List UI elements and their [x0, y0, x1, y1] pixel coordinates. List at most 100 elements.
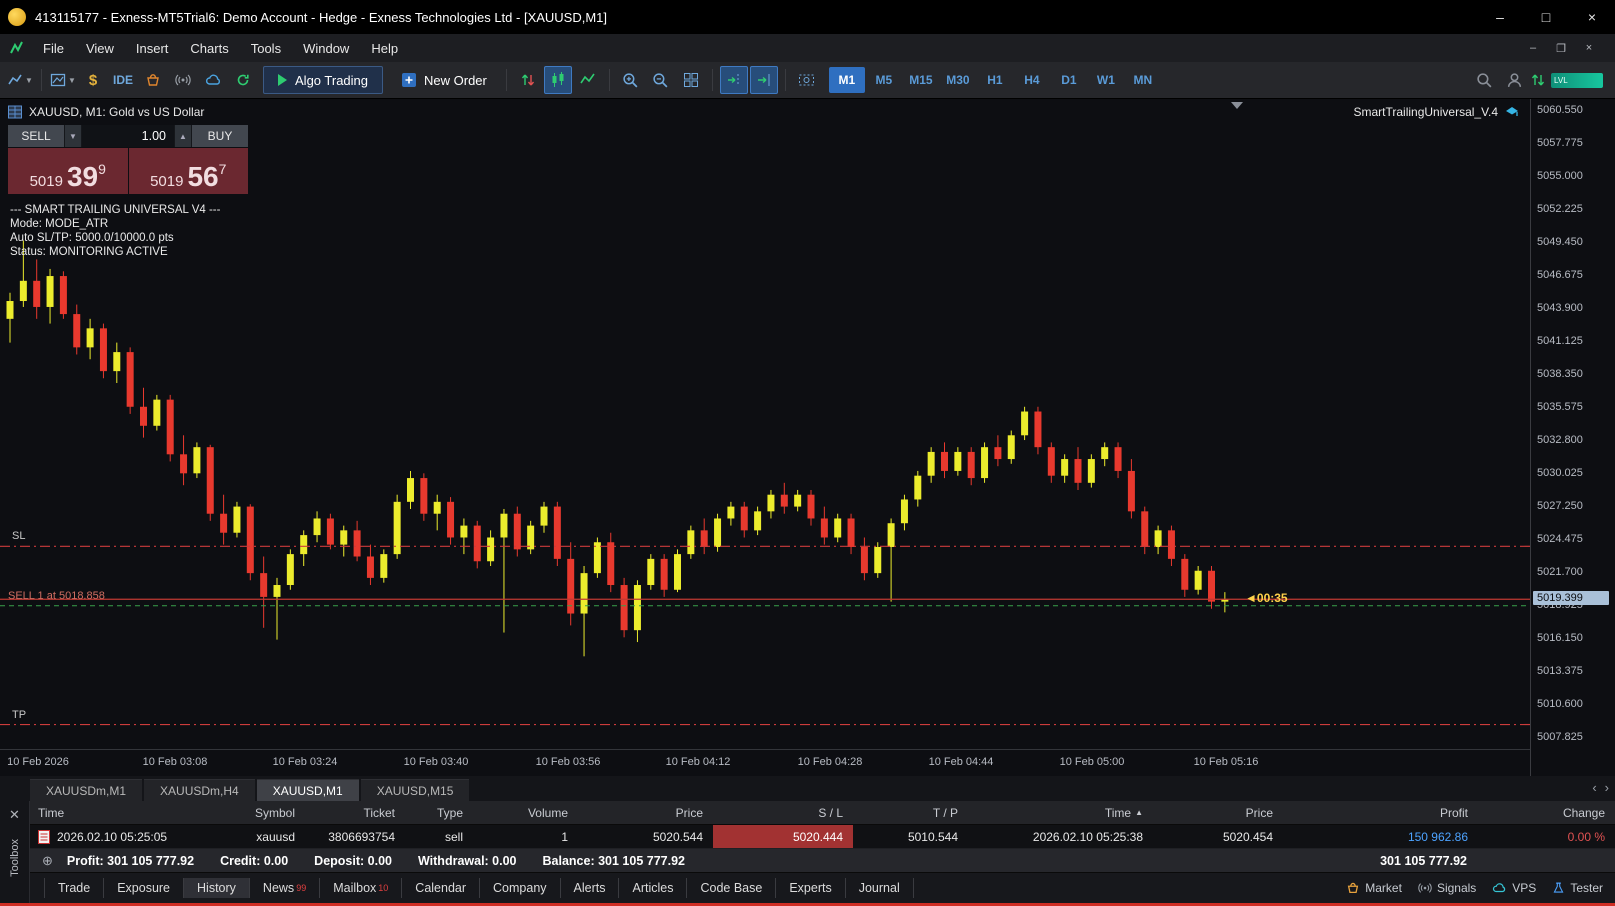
toolbox-tab-news[interactable]: News 99	[250, 878, 321, 898]
timeframe-h1[interactable]: H1	[977, 67, 1013, 93]
account-icon[interactable]	[1500, 66, 1528, 94]
maximize-button[interactable]: □	[1523, 0, 1569, 34]
timeframe-h4[interactable]: H4	[1014, 67, 1050, 93]
column-header-price-9[interactable]: Price	[1153, 801, 1283, 824]
toolbox-tab-company[interactable]: Company	[480, 878, 561, 898]
column-header-ticket-2[interactable]: Ticket	[305, 801, 405, 824]
zoom-in-button[interactable]	[617, 66, 645, 94]
timeframe-mn[interactable]: MN	[1125, 67, 1161, 93]
timeframe-m1[interactable]: M1	[828, 67, 865, 93]
column-header-type-3[interactable]: Type	[405, 801, 473, 824]
timeframe-w1[interactable]: W1	[1088, 67, 1124, 93]
chart-bars-button[interactable]	[514, 66, 542, 94]
zoom-out-button[interactable]	[647, 66, 675, 94]
buy-price[interactable]: 5019 56 7	[128, 148, 248, 194]
menu-item-charts[interactable]: Charts	[179, 34, 239, 62]
toolbox-tab-code-base[interactable]: Code Base	[687, 878, 777, 898]
market-basket-button[interactable]	[139, 66, 167, 94]
candle	[420, 478, 428, 514]
new-order-button[interactable]: New Order	[389, 66, 499, 94]
toolbox-tab-journal[interactable]: Journal	[846, 878, 914, 898]
timeframe-m30[interactable]: M30	[940, 67, 976, 93]
tabs-scroll-left-button[interactable]: ‹	[1592, 780, 1596, 795]
timeframe-m5[interactable]: M5	[866, 67, 902, 93]
chart-tab-xauusdm-m1[interactable]: XAUUSDm,M1	[30, 779, 143, 801]
menu-item-file[interactable]: File	[32, 34, 75, 62]
chart-candles-button[interactable]	[543, 66, 572, 94]
ea-name-label: SmartTrailingUniversal_V.4	[1353, 105, 1498, 119]
menu-bar: File View Insert Charts Tools Window Help – ❐ …	[0, 34, 1615, 62]
volume-decrease-button[interactable]: ▼	[64, 125, 82, 147]
column-header-sl-6[interactable]: S / L	[713, 801, 853, 824]
price-axis[interactable]: 5019.399 5060.550 5057.775 5055.000 5052.22…	[1530, 99, 1615, 776]
chart-close-button[interactable]: ×	[1577, 38, 1601, 58]
screenshot-button[interactable]	[793, 66, 821, 94]
chart-shift-button[interactable]	[719, 66, 748, 94]
status-tester[interactable]: Tester	[1552, 881, 1603, 895]
volume-input[interactable]: 1.00	[82, 125, 174, 147]
volume-increase-button[interactable]: ▲	[174, 125, 192, 147]
sort-arrow-icon: ▲	[1135, 808, 1143, 817]
chart-object-tool-button[interactable]: ▼	[6, 66, 34, 94]
expert-advisor-icon[interactable]	[1504, 105, 1520, 119]
ide-button[interactable]: IDE	[109, 66, 137, 94]
chart-minimize-button[interactable]: –	[1521, 38, 1545, 58]
candle	[847, 518, 855, 547]
status-signals[interactable]: Signals	[1418, 881, 1476, 895]
toolbox-tab-alerts[interactable]: Alerts	[561, 878, 620, 898]
column-header-profit-10[interactable]: Profit	[1283, 801, 1478, 824]
column-header-change-11[interactable]: Change	[1478, 801, 1615, 824]
timeframe-m15[interactable]: M15	[903, 67, 939, 93]
status-market[interactable]: Market	[1346, 881, 1402, 895]
time-axis[interactable]: 10 Feb 2026 10 Feb 03:08 10 Feb 03:24 10 Fe…	[0, 749, 1530, 776]
algo-trading-button[interactable]: Algo Trading	[263, 66, 384, 94]
chart-line-button[interactable]	[574, 66, 602, 94]
search-icon[interactable]	[1470, 66, 1498, 94]
menu-item-insert[interactable]: Insert	[125, 34, 180, 62]
tile-windows-button[interactable]	[677, 66, 705, 94]
menu-item-view[interactable]: View	[75, 34, 125, 62]
candle	[1181, 558, 1189, 590]
column-header-tp-7[interactable]: T / P	[853, 801, 968, 824]
column-header-time-0[interactable]: Time	[30, 801, 235, 824]
indicator-tool-button[interactable]: ▼	[49, 66, 77, 94]
toolbox-tab-calendar[interactable]: Calendar	[402, 878, 481, 898]
cloud-button[interactable]	[199, 66, 227, 94]
connection-status[interactable]: LVL	[1530, 72, 1603, 88]
signals-broadcast-button[interactable]	[169, 66, 197, 94]
sell-button[interactable]: SELL	[8, 125, 64, 147]
close-button[interactable]: ×	[1569, 0, 1615, 34]
buy-button[interactable]: BUY	[192, 125, 248, 147]
status-vps[interactable]: VPS	[1492, 881, 1536, 895]
column-header-volume-4[interactable]: Volume	[473, 801, 578, 824]
sell-price[interactable]: 5019 39 9	[8, 148, 128, 194]
minimize-button[interactable]: –	[1477, 0, 1523, 34]
candle	[727, 506, 735, 519]
tabs-scroll-right-button[interactable]: ›	[1605, 780, 1609, 795]
column-header-time-8[interactable]: Time ▲	[968, 801, 1153, 824]
candle	[1154, 530, 1162, 547]
chart-plot[interactable]: XAUUSD, M1: Gold vs US Dollar SmartTrail…	[0, 99, 1530, 749]
toolbox-tab-history[interactable]: History	[184, 878, 250, 898]
financial-symbol-button[interactable]: $	[79, 66, 107, 94]
toolbox-tab-exposure[interactable]: Exposure	[104, 878, 185, 898]
menu-item-tools[interactable]: Tools	[240, 34, 292, 62]
column-header-price-5[interactable]: Price	[578, 801, 713, 824]
history-row[interactable]: 2026.02.10 05:25:05 xauusd 3806693754 se…	[30, 825, 1615, 849]
toolbox-tab-mailbox[interactable]: Mailbox 10	[320, 878, 403, 898]
chart-tab-xauusd-m1[interactable]: XAUUSD,M1	[256, 779, 359, 801]
toolbox-close-button[interactable]: ✕	[5, 805, 25, 825]
column-header-symbol-1[interactable]: Symbol	[235, 801, 305, 824]
toolbox-tab-experts[interactable]: Experts	[776, 878, 846, 898]
chart-tab-xauusd-m15[interactable]: XAUUSD,M15	[360, 779, 470, 801]
chart-restore-button[interactable]: ❐	[1549, 38, 1573, 58]
chart-tab-xauusdm-h4[interactable]: XAUUSDm,H4	[144, 779, 255, 801]
menu-item-window[interactable]: Window	[292, 34, 360, 62]
toolbox-tab-trade[interactable]: Trade	[44, 878, 105, 898]
toolbox-tab-articles[interactable]: Articles	[619, 878, 688, 898]
copy-trading-button[interactable]	[229, 66, 257, 94]
menu-item-help[interactable]: Help	[360, 34, 409, 62]
auto-scroll-button[interactable]	[749, 66, 778, 94]
price-tick: 5052.225	[1537, 203, 1583, 216]
timeframe-d1[interactable]: D1	[1051, 67, 1087, 93]
